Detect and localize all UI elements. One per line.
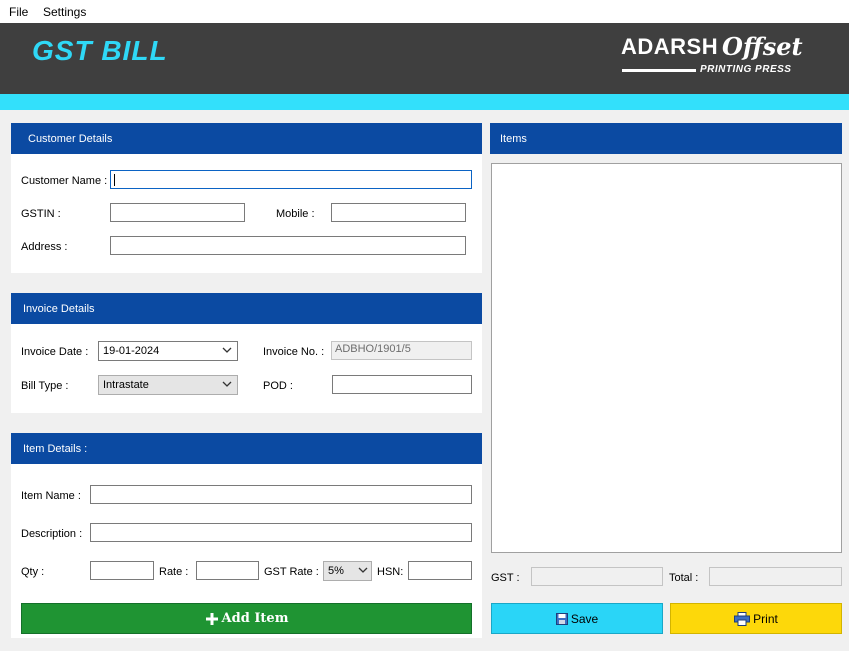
- customer-name-input[interactable]: [110, 170, 472, 189]
- invoice-date-picker[interactable]: 19-01-2024: [98, 341, 238, 361]
- save-label: Save: [570, 611, 599, 626]
- hsn-input[interactable]: [408, 561, 472, 580]
- gst-rate-label: GST Rate :: [264, 566, 319, 578]
- company-logo: ADARSH Offset PRINTING PRESS: [621, 31, 803, 83]
- printer-icon: [734, 611, 751, 626]
- item-details-heading: Item Details :: [11, 433, 482, 464]
- bill-type-value: Intrastate: [103, 379, 149, 391]
- invoice-date-label: Invoice Date :: [21, 346, 89, 358]
- menu-bar: File Settings: [0, 0, 849, 23]
- bill-type-select[interactable]: Intrastate: [98, 375, 238, 395]
- address-input[interactable]: [110, 236, 466, 255]
- accent-bar: [0, 94, 849, 110]
- items-panel: Items: [490, 123, 842, 154]
- gst-rate-value: 5%: [328, 565, 344, 577]
- chevron-down-icon: [222, 381, 232, 387]
- description-label: Description :: [21, 528, 83, 540]
- add-item-button[interactable]: Add Item: [21, 603, 472, 634]
- pod-input[interactable]: [332, 375, 472, 394]
- plus-icon: [205, 612, 218, 625]
- qty-label: Qty :: [21, 566, 45, 578]
- qty-input[interactable]: [90, 561, 154, 580]
- floppy-disk-icon: [555, 612, 568, 625]
- invoice-number-input: ADBHO/1901/5: [331, 341, 472, 360]
- invoice-details-panel: Invoice Details Invoice Date : 19-01-202…: [11, 293, 482, 413]
- mobile-label: Mobile :: [276, 208, 315, 220]
- item-name-input[interactable]: [90, 485, 472, 504]
- address-label: Address :: [21, 241, 68, 253]
- logo-subtitle: PRINTING PRESS: [700, 64, 792, 75]
- app-title: GST BILL: [32, 35, 168, 66]
- invoice-details-heading: Invoice Details: [11, 293, 482, 324]
- customer-details-panel: Customer Details Customer Name : GSTIN :…: [11, 123, 482, 273]
- customer-name-label: Customer Name :: [21, 175, 108, 187]
- gst-total-label: GST :: [491, 572, 520, 584]
- invoice-date-value: 19-01-2024: [103, 345, 160, 357]
- pod-label: POD :: [263, 380, 293, 392]
- mobile-input[interactable]: [331, 203, 466, 222]
- gst-total-field: [531, 567, 663, 586]
- text-caret: [114, 174, 115, 186]
- logo-script-text: Offset: [722, 32, 803, 61]
- app-header: GST BILL ADARSH Offset PRINTING PRESS: [0, 23, 849, 94]
- hsn-label: HSN:: [377, 566, 404, 578]
- save-button[interactable]: Save: [491, 603, 663, 634]
- item-details-panel: Item Details : Item Name : Description :…: [11, 433, 482, 638]
- logo-underline: [622, 69, 696, 72]
- items-list[interactable]: [491, 163, 842, 553]
- gstin-label: GSTIN :: [21, 208, 61, 220]
- print-button[interactable]: Print: [670, 603, 842, 634]
- grand-total-field: [709, 567, 842, 586]
- rate-label: Rate :: [159, 566, 189, 578]
- items-heading: Items: [490, 123, 842, 154]
- grand-total-label: Total :: [669, 572, 699, 584]
- chevron-down-icon: [358, 567, 368, 573]
- logo-main-text: ADARSH: [621, 34, 719, 59]
- rate-input[interactable]: [196, 561, 259, 580]
- print-label: Print: [753, 611, 778, 626]
- invoice-number-label: Invoice No. :: [263, 346, 325, 358]
- bill-type-label: Bill Type :: [21, 380, 69, 392]
- customer-details-heading: Customer Details: [11, 123, 482, 154]
- chevron-down-icon: [222, 347, 232, 353]
- gstin-input[interactable]: [110, 203, 245, 222]
- gst-rate-select[interactable]: 5%: [323, 561, 372, 581]
- menu-settings[interactable]: Settings: [43, 5, 86, 19]
- description-input[interactable]: [90, 523, 472, 542]
- add-item-label: Add Item: [221, 611, 289, 626]
- item-name-label: Item Name :: [21, 490, 81, 502]
- menu-file[interactable]: File: [9, 5, 28, 19]
